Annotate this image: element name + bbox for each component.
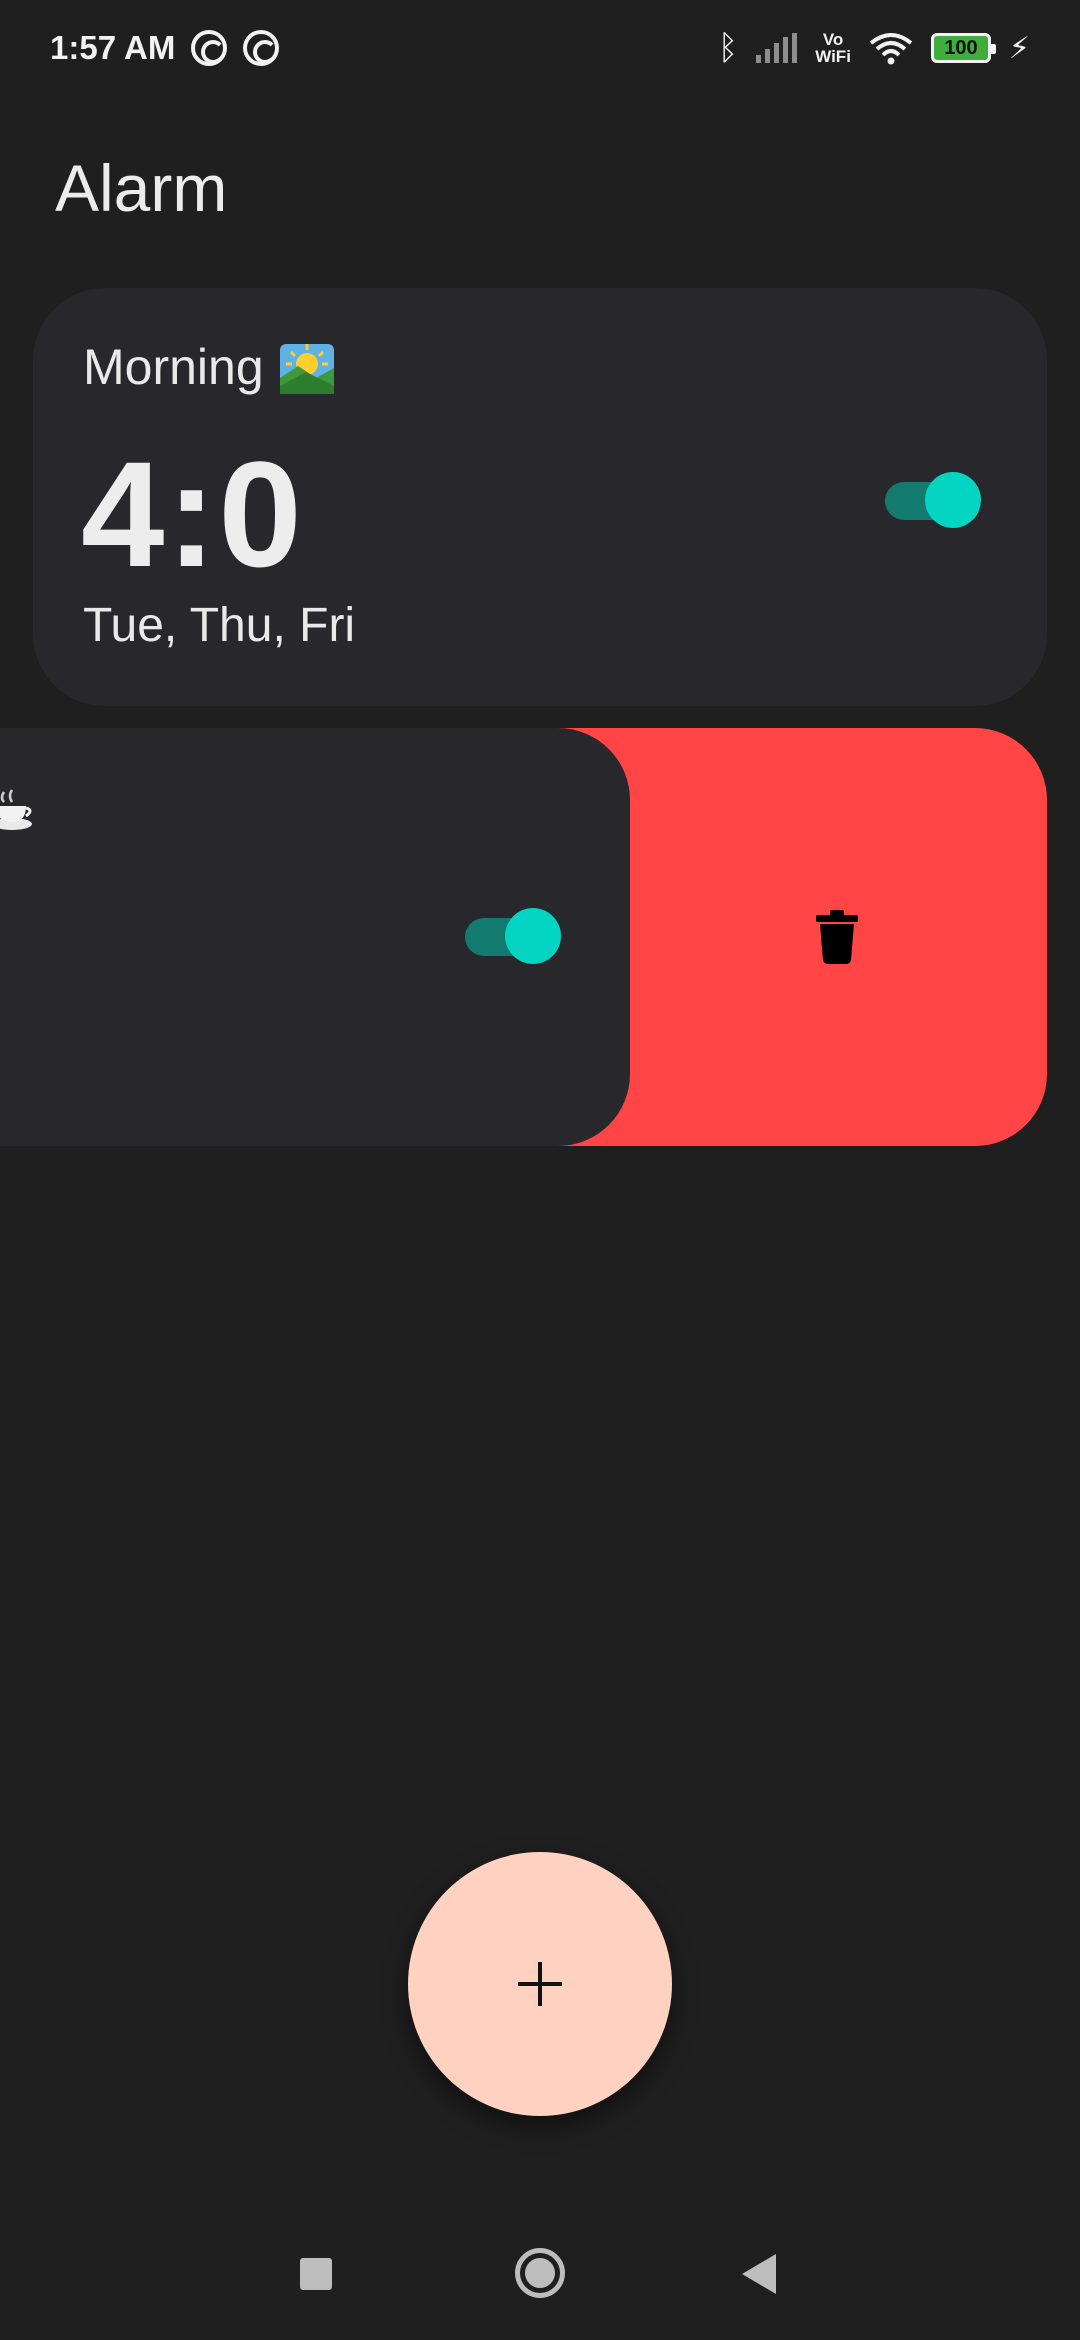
add-alarm-button[interactable]	[408, 1852, 672, 2116]
wifi-icon	[869, 33, 913, 65]
bluetooth-icon: ᛒ	[717, 29, 739, 67]
alarm-days: Tue, Thu, Fri	[83, 599, 356, 652]
vowifi-icon: Vo WiFi	[815, 31, 851, 65]
alarm-toggle[interactable]	[885, 472, 981, 528]
home-button[interactable]	[515, 2248, 565, 2298]
toggle-thumb	[505, 908, 561, 964]
coffee-icon	[0, 789, 32, 830]
alarm-time: 0	[0, 866, 5, 1039]
vowifi-bottom: WiFi	[815, 47, 851, 66]
alarm-time: 4:0	[81, 430, 304, 598]
back-button[interactable]	[742, 2254, 776, 2294]
status-bar: 1:57 AM ᛒ Vo WiFi 100 ⚡︎	[0, 0, 1080, 96]
navigation-bar	[0, 2220, 1080, 2330]
alarm-label-text: Morning	[83, 339, 264, 395]
status-left: 1:57 AM	[50, 29, 280, 67]
sunrise-icon	[279, 344, 334, 394]
charging-bolt-icon: ⚡︎	[1008, 31, 1030, 65]
notification-at-icon	[191, 30, 228, 66]
notification-at-icon	[243, 30, 280, 66]
page-title: Alarm	[55, 151, 228, 225]
alarm-screen: 1:57 AM ᛒ Vo WiFi 100 ⚡︎ Alarm Morning 4…	[0, 0, 1080, 2340]
alarm-card[interactable]: 0	[0, 728, 630, 1146]
battery-icon: 100	[930, 33, 996, 63]
recent-apps-button[interactable]	[300, 2258, 332, 2290]
cell-signal-icon	[756, 33, 798, 63]
battery-level: 100	[944, 36, 978, 59]
toggle-thumb	[925, 472, 981, 528]
alarm-label	[0, 788, 34, 832]
alarm-card[interactable]: Morning 4:0 Tue, Thu, Fri	[33, 288, 1047, 706]
trash-icon[interactable]	[816, 910, 858, 964]
alarm-toggle[interactable]	[465, 908, 561, 964]
alarm-label: Morning	[83, 338, 336, 396]
plus-icon	[518, 1962, 562, 2006]
status-time: 1:57 AM	[50, 29, 176, 66]
status-right: ᛒ Vo WiFi 100 ⚡︎	[718, 31, 1030, 66]
